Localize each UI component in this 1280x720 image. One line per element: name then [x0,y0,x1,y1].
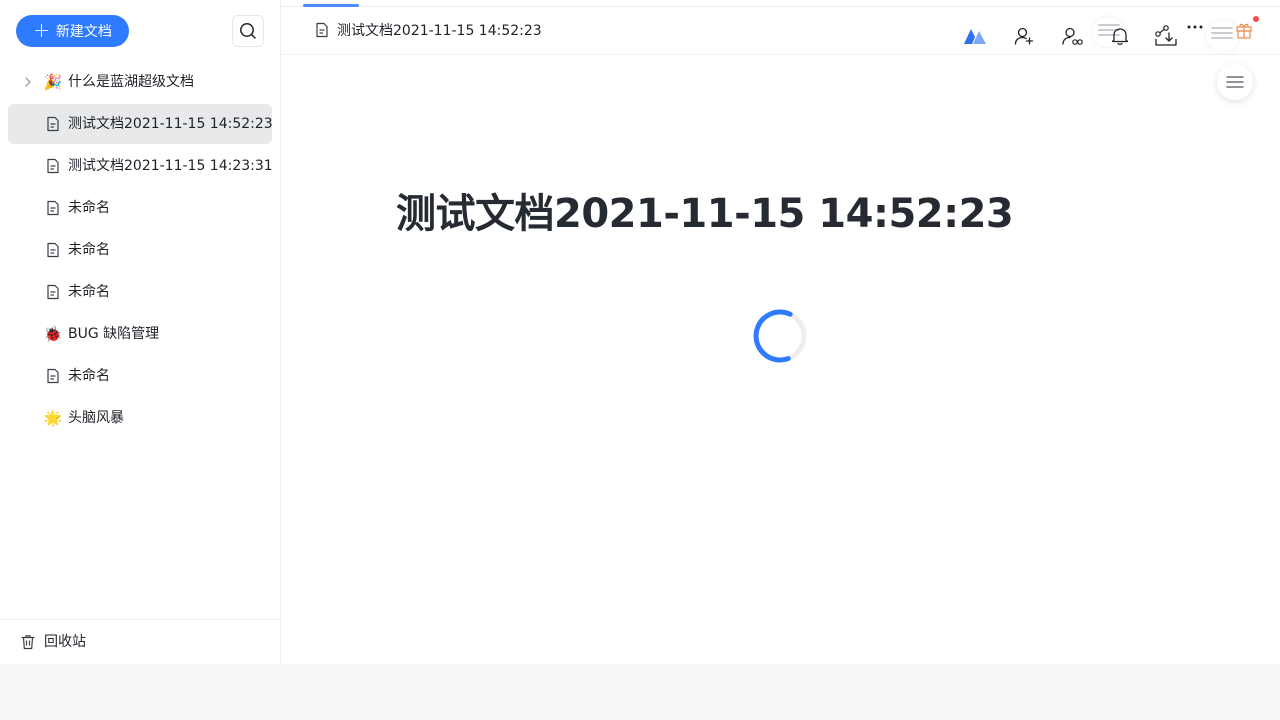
notification-dot [1253,16,1259,22]
document-icon [44,157,62,175]
doc-item-label: 测试文档2021-11-15 14:52:23 [68,116,273,132]
more-icon [1187,25,1203,29]
document-icon [44,241,62,259]
doc-item-label: 头脑风暴 [68,410,124,426]
doc-item[interactable]: 未命名 [8,356,272,396]
search-button[interactable] [232,15,264,47]
doc-item-label: 未命名 [68,200,110,216]
doc-item[interactable]: 未命名 [8,188,272,228]
trash-label: 回收站 [44,634,86,650]
sparkle-icon: 🌟 [43,409,63,427]
document-icon [44,367,62,385]
doc-item[interactable]: 未命名 [8,230,272,270]
doc-item-label: BUG 缺陷管理 [68,326,160,342]
ladybug-icon: 🐞 [43,325,63,343]
gift-icon [1236,23,1252,39]
doc-item-label: 什么是蓝湖超级文档 [68,74,194,90]
doc-item-brainstorm[interactable]: 🌟 头脑风暴 [8,398,272,438]
add-member-button[interactable] [1010,22,1038,50]
notification-button[interactable] [1106,22,1134,50]
document-icon [44,115,62,133]
bell-icon [1111,28,1129,45]
document-list: 🎉 什么是蓝湖超级文档 测试文档2021-11-15 14:52:23 测试文档… [0,62,280,440]
collaborators-button[interactable] [1058,22,1086,50]
avatar-placeholder [1211,27,1233,42]
doc-item-label: 未命名 [68,284,110,300]
bottom-area [0,664,1280,720]
app-window: + 新建文档 🎉 什么是蓝湖超级文档 测试文档2021-11-15 14:52:… [0,0,1280,664]
document-icon [44,199,62,217]
sidebar: + 新建文档 🎉 什么是蓝湖超级文档 测试文档2021-11-15 14:52:… [0,0,281,664]
doc-item[interactable]: 测试文档2021-11-15 14:23:31 [8,146,273,186]
document-icon [44,283,62,301]
search-icon [240,23,256,39]
tab-label: 测试文档2021-11-15 14:52:23 [337,23,542,39]
doc-item-active[interactable]: 测试文档2021-11-15 14:52:23 [8,104,273,144]
doc-item-label: 未命名 [68,242,110,258]
divider [281,6,1280,7]
add-member-icon [1014,27,1034,45]
doc-item-lanhu-intro[interactable]: 🎉 什么是蓝湖超级文档 [8,62,272,102]
top-bar: 测试文档2021-11-15 14:52:23 [281,0,1280,55]
tab-active-indicator [303,4,359,7]
doc-item-bug-management[interactable]: 🐞 BUG 缺陷管理 [8,314,272,354]
menu-lines-icon [1226,76,1244,88]
party-popper-icon: 🎉 [43,73,63,91]
lanhu-logo-button[interactable] [962,22,990,50]
loading-spinner [753,309,807,363]
chevron-right-icon[interactable] [22,75,34,89]
lanhu-logo-icon [964,29,986,44]
new-document-label: 新建文档 [55,24,112,40]
document-icon [316,22,328,38]
doc-item-label: 测试文档2021-11-15 14:23:31 [68,158,273,174]
collaborators-icon [1062,27,1083,45]
trash-button[interactable]: 回收站 [0,619,280,664]
table-of-contents-button[interactable] [1217,64,1253,100]
plus-icon: + [33,18,50,42]
doc-item[interactable]: 未命名 [8,272,272,312]
doc-item-label: 未命名 [68,368,110,384]
share-export-icon [1155,25,1177,46]
more-button[interactable] [1186,18,1204,36]
trash-icon [21,635,35,650]
share-export-button[interactable] [1152,22,1180,50]
new-document-button[interactable]: + 新建文档 [16,15,129,47]
document-title[interactable]: 测试文档2021-11-15 14:52:23 [396,188,1014,240]
